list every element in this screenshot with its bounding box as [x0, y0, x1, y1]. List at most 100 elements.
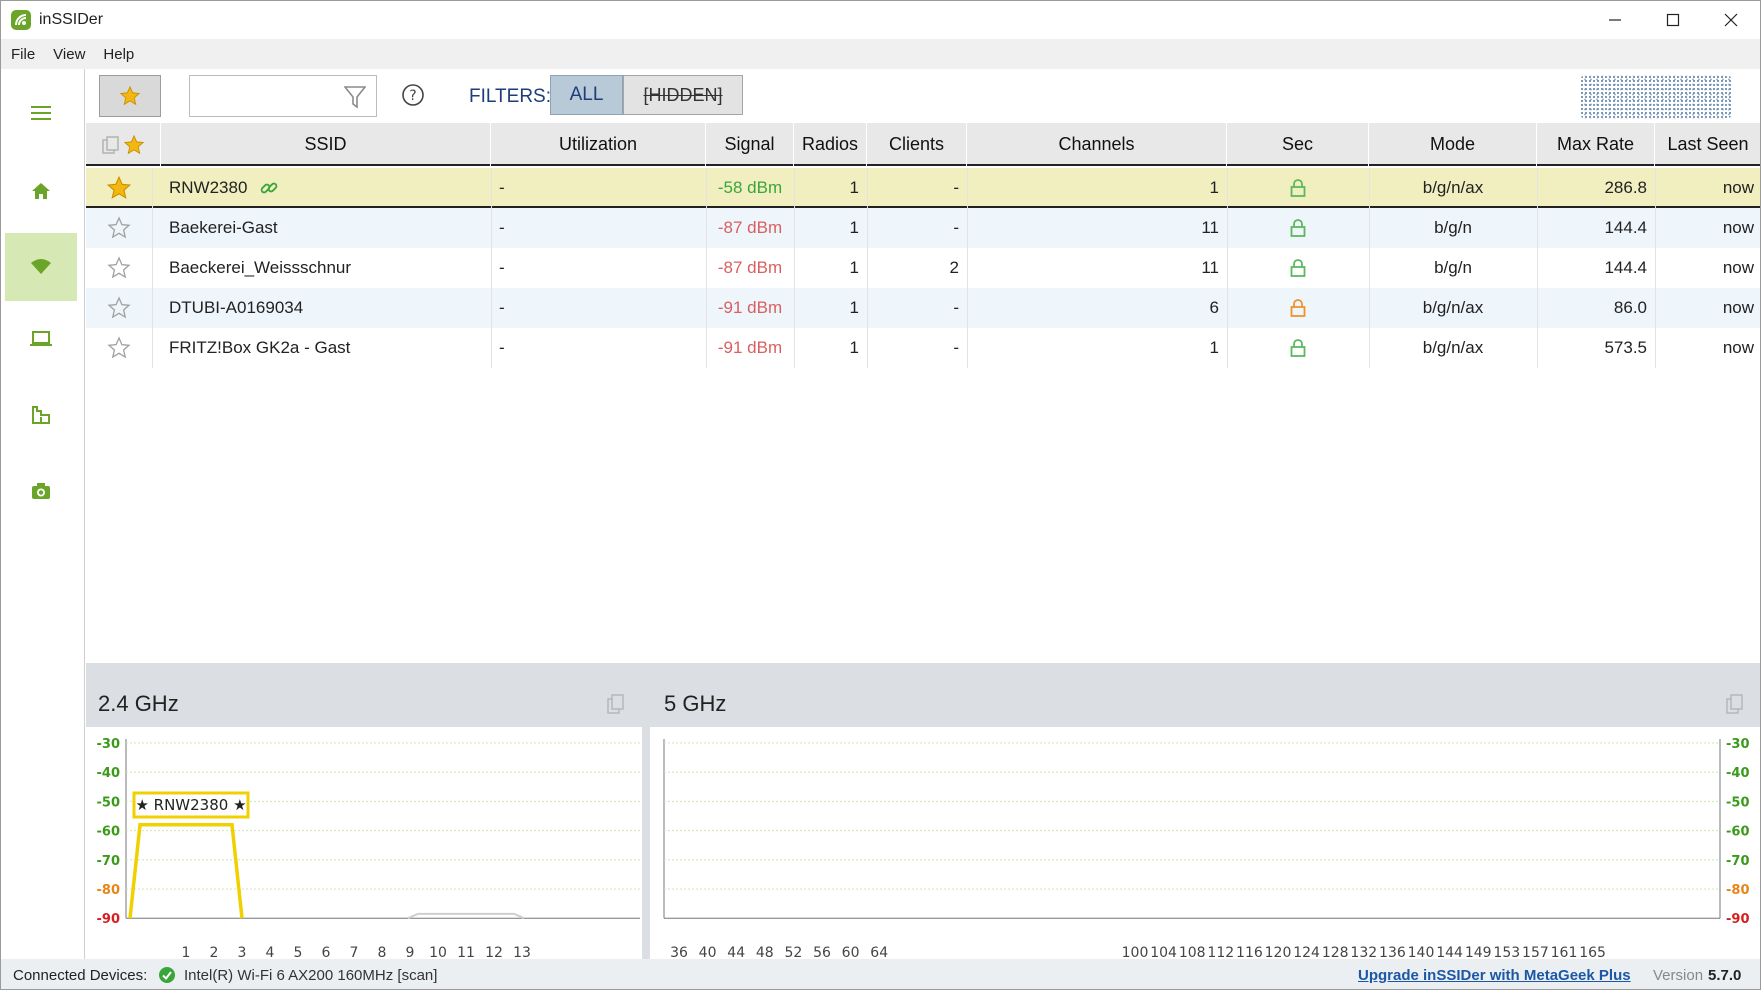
header-utilization[interactable]: Utilization: [491, 123, 706, 166]
cell-utilization-text: -: [499, 298, 505, 317]
maximize-button[interactable]: [1644, 1, 1702, 39]
copy-icon: [102, 135, 119, 154]
star-outline-icon[interactable]: [86, 248, 152, 288]
column-divider: [1369, 328, 1370, 368]
column-divider: [1537, 208, 1538, 248]
column-divider: [794, 288, 795, 328]
header-channels[interactable]: Channels: [967, 123, 1227, 166]
column-divider: [706, 168, 707, 208]
floorplan-icon[interactable]: [5, 381, 77, 449]
cell-radios: 1: [794, 248, 867, 288]
camera-icon[interactable]: [5, 457, 77, 525]
networks-wifi-icon[interactable]: [5, 233, 77, 301]
x-tick-label: 3: [238, 945, 247, 959]
cell-utilization: -: [491, 248, 706, 288]
cell-mode-text: b/g/n/ax: [1422, 178, 1484, 197]
chart-2-4ghz: -30-40-50-60-70-80-901 2 3 4 5 6 7 8 9 10 11 12 13★ …: [97, 737, 640, 961]
chart-title-2-4ghz: 2.4 GHz: [98, 691, 179, 716]
cell-last-seen: now: [1655, 208, 1760, 248]
column-divider: [1369, 288, 1370, 328]
cell-radios: 1: [794, 288, 867, 328]
lock-icon: [1227, 168, 1369, 208]
menu-view[interactable]: View: [53, 44, 85, 65]
cell-signal: -91 dBm: [706, 328, 794, 368]
upgrade-link[interactable]: Upgrade inSSIDer with MetaGeek Plus: [1358, 967, 1631, 984]
favorites-filter-button[interactable]: [99, 75, 161, 117]
header-favorite-column[interactable]: [86, 123, 161, 166]
cell-channels: 1: [967, 168, 1227, 208]
x-tick-label: 161: [1551, 945, 1578, 959]
x-tick-label: 112: [1207, 945, 1234, 959]
table-row[interactable]: RNW2380 - -58 dBm 1 - 1 b/g/n/ax 286.8 now: [86, 168, 1760, 208]
table-row[interactable]: Baeckerei_Weissschnur - -87 dBm 1 2 11 b/g/n 14…: [86, 248, 1760, 288]
cell-last-seen-text: now: [1722, 298, 1754, 317]
cell-mode-text: b/g/n: [1434, 218, 1472, 237]
copy-icon[interactable]: [606, 693, 626, 720]
cell-utilization: -: [491, 168, 706, 208]
header-radios[interactable]: Radios: [794, 123, 867, 166]
window-title: inSSIDer: [39, 11, 104, 28]
home-icon[interactable]: [5, 157, 77, 225]
cell-channels: 1: [967, 328, 1227, 368]
cell-max-rate: 286.8: [1537, 168, 1655, 208]
cell-clients-text: -: [953, 178, 959, 197]
star-outline-icon[interactable]: [86, 208, 152, 248]
connected-device-name[interactable]: Intel(R) Wi-Fi 6 AX200 160MHz [scan]: [184, 967, 437, 984]
user-avatar-pattern[interactable]: [1580, 75, 1732, 119]
connected-link-icon: [259, 178, 279, 198]
menu-file[interactable]: File: [11, 44, 35, 65]
cell-ssid-text: Baekerei-Gast: [169, 218, 278, 237]
minimize-button[interactable]: [1586, 1, 1644, 39]
cell-utilization-text: -: [499, 218, 505, 237]
x-tick-label: 10: [429, 945, 447, 959]
column-divider: [706, 248, 707, 288]
cell-signal: -58 dBm: [706, 168, 794, 208]
cell-mode: b/g/n/ax: [1369, 288, 1537, 328]
cell-last-seen: now: [1655, 328, 1760, 368]
cell-clients: -: [867, 168, 967, 208]
header-max-rate[interactable]: Max Rate: [1537, 123, 1655, 166]
hamburger-menu-icon[interactable]: [5, 79, 77, 147]
help-icon[interactable]: ?: [401, 83, 425, 112]
star-filled-icon[interactable]: [86, 168, 152, 208]
table-row[interactable]: Baekerei-Gast - -87 dBm 1 - 11 b/g/n 144.4 now: [86, 208, 1760, 248]
y-tick-label: -50: [1726, 795, 1750, 810]
y-tick-label: -60: [97, 825, 121, 840]
version-label: Version: [1653, 967, 1704, 984]
table-row[interactable]: FRITZ!Box GK2a - Gast - -91 dBm 1 - 1 b/g/n/ax…: [86, 328, 1760, 368]
channel-charts: 2.4 GHz -30 -40 -50 -60 -70 -80 -90 1 2 3 4 5 6 7 8 9 10…: [86, 663, 1760, 961]
filter-all-button[interactable]: ALL: [550, 75, 623, 115]
table-row[interactable]: DTUBI-A0169034 - -91 dBm 1 - 6 b/g/n/ax 86.0 now: [86, 288, 1760, 328]
cell-channels: 11: [967, 208, 1227, 248]
column-divider: [491, 168, 492, 208]
y-tick-label: -90: [97, 912, 121, 927]
menu-help[interactable]: Help: [103, 44, 134, 65]
column-divider: [1227, 288, 1228, 328]
copy-icon[interactable]: [1725, 693, 1745, 720]
x-tick-label: 1: [182, 945, 191, 959]
star-filled-icon: [119, 85, 141, 106]
column-divider: [152, 328, 153, 368]
header-mode[interactable]: Mode: [1369, 123, 1537, 166]
header-last-seen[interactable]: Last Seen: [1655, 123, 1760, 166]
star-outline-icon[interactable]: [86, 328, 152, 368]
x-tick-label: 2: [210, 945, 219, 959]
x-tick-label: 116: [1236, 945, 1263, 959]
star-outline-icon[interactable]: [86, 288, 152, 328]
filter-hidden-button[interactable]: [HIDDEN]: [623, 75, 743, 115]
search-input[interactable]: [196, 84, 336, 108]
header-sec[interactable]: Sec: [1227, 123, 1369, 166]
header-signal[interactable]: Signal: [706, 123, 794, 166]
cell-clients: 2: [867, 248, 967, 288]
close-button[interactable]: [1702, 1, 1760, 39]
chart-title-5ghz: 5 GHz: [664, 691, 727, 716]
laptop-icon[interactable]: [5, 305, 77, 373]
header-clients[interactable]: Clients: [867, 123, 967, 166]
lock-icon: [1227, 248, 1369, 288]
x-tick-label: 140: [1408, 945, 1435, 959]
left-navigation: [1, 69, 85, 959]
x-tick-label: 44: [727, 945, 745, 959]
filter-funnel-icon[interactable]: [343, 85, 367, 114]
cell-max-rate-text: 86.0: [1613, 298, 1647, 317]
header-ssid[interactable]: SSID: [161, 123, 491, 166]
